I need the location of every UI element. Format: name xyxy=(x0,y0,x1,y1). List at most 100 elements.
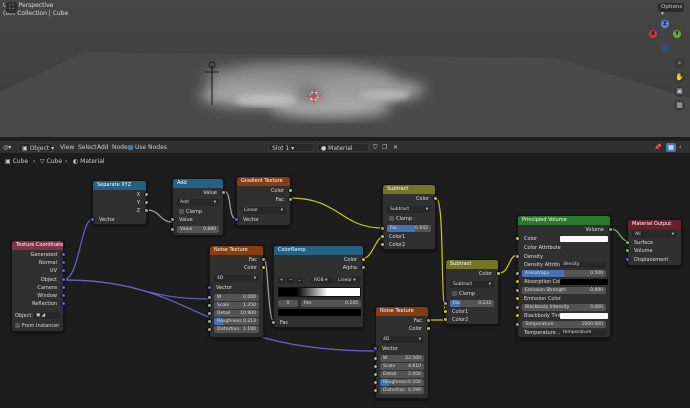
node-subtract-1[interactable]: Subtract Color Subtract ▾ Clamp Fac 0.642 … xyxy=(380,184,438,250)
socket-anisotropy-in[interactable] xyxy=(515,271,520,276)
blend-mode-dropdown[interactable]: Subtract ▾ xyxy=(450,281,494,288)
from-instancer-row[interactable]: From Instancer xyxy=(12,322,63,330)
from-instancer-checkbox[interactable] xyxy=(15,323,20,328)
socket-color1-in[interactable] xyxy=(443,309,448,314)
socket-vector-in[interactable] xyxy=(234,217,239,222)
socket-object[interactable] xyxy=(61,277,66,282)
socket-color-in[interactable] xyxy=(515,236,520,241)
socket-z[interactable] xyxy=(144,208,149,213)
socket-generated[interactable] xyxy=(61,252,66,257)
socket-emission-color-in[interactable] xyxy=(515,296,520,301)
socket-blackbody-tint-in[interactable] xyxy=(515,313,520,318)
position-field[interactable]: Pos 0.245 xyxy=(301,300,361,307)
socket-value-out[interactable] xyxy=(221,190,226,195)
blend-mode-dropdown[interactable]: Subtract ▾ xyxy=(387,206,431,213)
dimension-dropdown[interactable]: 4D ▾ xyxy=(214,275,259,282)
detail-field[interactable]: Detail 2.000 xyxy=(380,371,424,378)
distortion-field[interactable]: Distortion 1.100 xyxy=(214,326,259,333)
socket-color1-in[interactable] xyxy=(380,234,385,239)
fac-field[interactable]: Fac 0.233 xyxy=(450,300,494,307)
socket-color2-in[interactable] xyxy=(443,317,448,322)
node-add[interactable]: Add Value Add ▾ Clamp Value Value 0.880 xyxy=(170,178,226,236)
socket-color2-in[interactable] xyxy=(380,242,385,247)
socket-color-out[interactable] xyxy=(261,265,266,270)
w-field[interactable]: W 0.000 xyxy=(214,294,259,301)
node-principled-volume[interactable]: Principled Volume Volume Color Color Att… xyxy=(515,215,613,338)
socket-vector-in[interactable] xyxy=(373,346,378,351)
socket-w-in[interactable] xyxy=(207,295,212,300)
remove-stop-button[interactable]: − xyxy=(287,277,294,284)
socket-blackbody-intensity-in[interactable] xyxy=(515,305,520,310)
socket-temperature-in[interactable] xyxy=(515,322,520,327)
socket-value2-in[interactable] xyxy=(170,227,175,232)
roughness-field[interactable]: Roughness 0.200 xyxy=(380,379,424,386)
color-swatch[interactable] xyxy=(560,236,608,242)
socket-y[interactable] xyxy=(144,200,149,205)
clamp-checkbox[interactable] xyxy=(179,209,184,214)
detail-field[interactable]: Detail 10.900 xyxy=(214,310,259,317)
clamp-checkbox[interactable] xyxy=(389,216,394,221)
ramp-menu-button[interactable]: ⌄ xyxy=(296,277,303,284)
node-texture-coordinate[interactable]: Texture Coordinate Generated Normal UV O… xyxy=(11,240,66,332)
socket-fac-in[interactable] xyxy=(380,226,385,231)
node-subtract-2[interactable]: Subtract Color Subtract ▾ Clamp Fac 0.233 … xyxy=(443,259,501,325)
socket-displacement-in[interactable] xyxy=(625,257,630,262)
target-dropdown[interactable]: All ▾ xyxy=(632,231,677,238)
socket-detail-in[interactable] xyxy=(207,311,212,316)
socket-fac-in[interactable] xyxy=(271,320,276,325)
stop-color-swatch[interactable] xyxy=(278,309,361,316)
socket-color-out[interactable] xyxy=(426,326,431,331)
distortion-field[interactable]: Distortion 0.290 xyxy=(380,387,424,394)
clamp-row[interactable]: Clamp xyxy=(173,208,223,216)
roughness-field[interactable]: Roughness 0.213 xyxy=(214,318,259,325)
temperature-attribute-field[interactable]: temperature xyxy=(560,330,606,336)
socket-color-out[interactable] xyxy=(361,257,366,262)
interpolation-dropdown[interactable]: Linear ▾ xyxy=(335,277,361,284)
socket-absorption-in[interactable] xyxy=(515,279,520,284)
socket-scale-in[interactable] xyxy=(373,364,378,369)
node-noise-texture-2[interactable]: Noise Texture Fac Color 4D ▾ Vector W 22.5… xyxy=(373,306,431,399)
socket-distortion-in[interactable] xyxy=(207,327,212,332)
color-mode-dropdown[interactable]: RGB ▾ xyxy=(311,277,333,284)
color-ramp-gradient[interactable] xyxy=(278,287,361,297)
socket-scale-in[interactable] xyxy=(207,303,212,308)
add-stop-button[interactable]: + xyxy=(278,277,285,284)
socket-alpha-out[interactable] xyxy=(361,265,366,270)
w-field[interactable]: W 22.500 xyxy=(380,355,424,362)
dimension-dropdown[interactable]: 4D ▾ xyxy=(380,336,424,343)
scale-field[interactable]: Scale 4.610 xyxy=(380,363,424,370)
socket-detail-in[interactable] xyxy=(373,372,378,377)
temperature-field[interactable]: Temperature 1000.000 xyxy=(522,321,606,328)
node-colorramp[interactable]: ColorRamp Color Alpha + − ⌄ RGB ▾ Linear… xyxy=(271,245,366,328)
socket-x[interactable] xyxy=(144,192,149,197)
node-material-output[interactable]: Material Output All ▾ Surface Volume Disp… xyxy=(625,219,682,266)
blackbody-intensity-field[interactable]: Blackbody Intensity 0.000 xyxy=(522,304,606,311)
emission-strength-field[interactable]: Emission Strength 0.890 xyxy=(522,287,606,294)
socket-fac-out[interactable] xyxy=(261,257,266,262)
socket-window[interactable] xyxy=(61,293,66,298)
socket-w-in[interactable] xyxy=(373,356,378,361)
density-attribute-field[interactable]: density xyxy=(560,262,606,268)
node-separate-xyz[interactable]: Separate XYZ X Y Z Vector xyxy=(90,180,149,225)
node-gradient-texture[interactable]: Gradient Texture Color Fac Linear ▾ Vecto… xyxy=(234,176,293,226)
node-noise-texture-1[interactable]: Noise Texture Fac Color 4D ▾ Vector W 0.00… xyxy=(207,245,266,338)
socket-normal[interactable] xyxy=(61,260,66,265)
socket-fac-out[interactable] xyxy=(288,197,293,202)
socket-surface-in[interactable] xyxy=(625,240,630,245)
clamp-checkbox[interactable] xyxy=(452,291,457,296)
clamp-row[interactable]: Clamp xyxy=(446,290,498,298)
socket-fac-out[interactable] xyxy=(426,318,431,323)
socket-color-out[interactable] xyxy=(288,188,293,193)
absorption-color-swatch[interactable] xyxy=(560,279,608,285)
stop-index-field[interactable]: 0 xyxy=(278,300,298,307)
anisotropy-field[interactable]: Anisotropy 0.500 xyxy=(522,270,606,277)
socket-density-in[interactable] xyxy=(515,254,520,259)
socket-reflection[interactable] xyxy=(61,301,66,306)
socket-emission-strength-in[interactable] xyxy=(515,288,520,293)
socket-volume-in[interactable] xyxy=(625,248,630,253)
scale-field[interactable]: Scale 1.350 xyxy=(214,302,259,309)
socket-color-out[interactable] xyxy=(496,271,501,276)
fac-field[interactable]: Fac 0.642 xyxy=(387,225,431,232)
socket-vector-in[interactable] xyxy=(90,217,95,222)
socket-color-out[interactable] xyxy=(433,196,438,201)
